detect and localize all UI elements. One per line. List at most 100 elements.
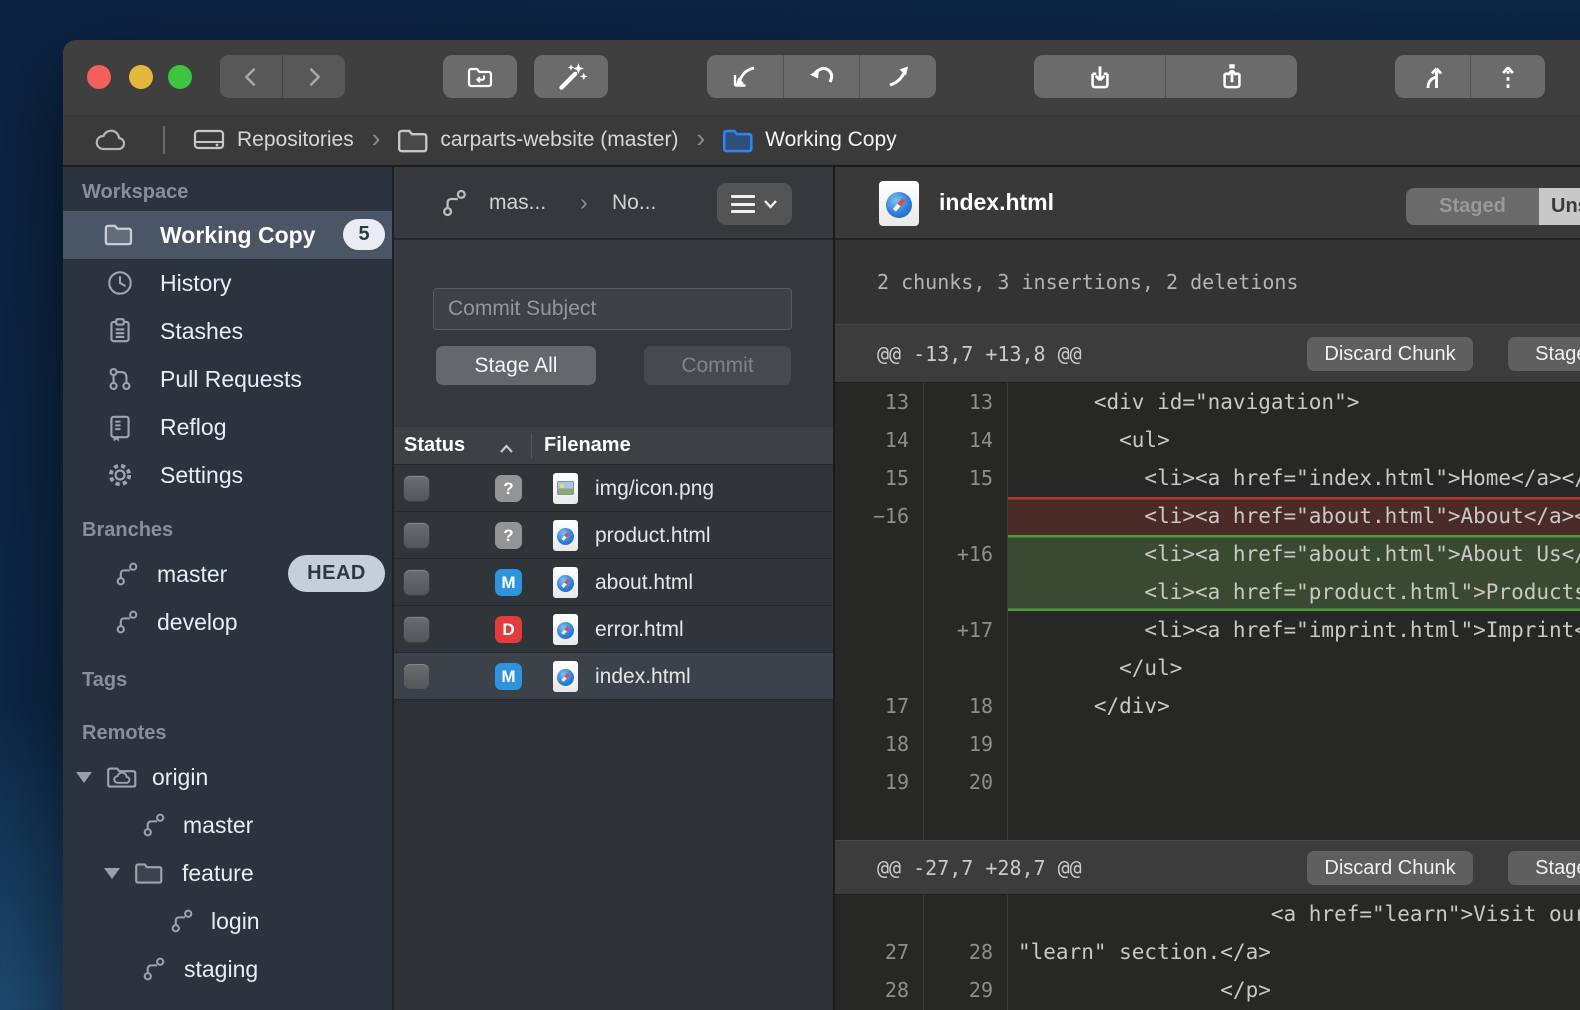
column-divider (531, 433, 532, 459)
file-checkbox[interactable] (404, 523, 429, 548)
diff-rows: 13 13 <div id="navigation"> 14 14 <ul> 1… (835, 383, 1580, 840)
sidebar-item-settings[interactable]: Settings (63, 451, 392, 499)
sidebar-remote-origin[interactable]: origin (63, 753, 392, 801)
file-row[interactable]: D error.html (394, 606, 833, 653)
file-checkbox[interactable] (404, 617, 429, 642)
discard-chunk-button[interactable]: Discard Chunk (1307, 337, 1473, 371)
old-line-number: 28 (835, 971, 923, 1009)
forward-icon (299, 62, 329, 92)
html-file-icon (879, 181, 919, 226)
sidebar-branch-develop[interactable]: develop (63, 598, 392, 646)
new-line-number: 19 (923, 725, 1007, 763)
sidebar-item-label: Pull Requests (160, 355, 302, 403)
new-line-number: +16 (923, 535, 1007, 573)
forward-button[interactable] (282, 55, 345, 98)
unstaged-tab[interactable]: Unstaged (1539, 188, 1580, 225)
commit-subject-input[interactable] (433, 288, 792, 330)
breadcrumb-repo[interactable]: carparts-website (master) (440, 128, 678, 152)
magic-wand-icon (554, 60, 588, 94)
folder-icon (133, 858, 165, 893)
cloud-icon[interactable] (93, 125, 129, 155)
push-button[interactable] (1470, 55, 1546, 98)
zoom-icon[interactable] (168, 65, 192, 89)
code-line: "learn" section.</a> (1007, 933, 1580, 971)
staged-tab[interactable]: Staged (1406, 188, 1539, 225)
minimize-icon[interactable] (129, 65, 153, 89)
chunk-range: @@ -13,7 +13,8 @@ (877, 325, 1082, 382)
pull-button[interactable] (707, 55, 783, 98)
stash-button[interactable] (1034, 55, 1165, 98)
file-checkbox[interactable] (404, 570, 429, 595)
diff-row: 17 18 </div> (835, 687, 1580, 725)
file-name: error.html (595, 606, 684, 653)
new-line-number: 20 (923, 763, 1007, 801)
diff-file-header: index.html Staged Unstaged (835, 167, 1580, 240)
discard-chunk-button[interactable]: Discard Chunk (1307, 851, 1473, 885)
file-row[interactable]: M index.html (394, 653, 833, 700)
sidebar-item-reflog[interactable]: Reflog (63, 403, 392, 451)
old-line-number (835, 649, 923, 687)
sidebar-branch-master[interactable]: master HEAD (63, 550, 392, 598)
open-repository-button[interactable] (443, 55, 517, 98)
sidebar-item-pull-requests[interactable]: Pull Requests (63, 355, 392, 403)
code-line: <a href="learn">Visit our (1007, 895, 1580, 933)
sidebar-remote-feature-login[interactable]: login (63, 897, 392, 945)
file-row[interactable]: ? product.html (394, 512, 833, 559)
file-type-icon (553, 661, 578, 692)
stage-all-button[interactable]: Stage All (436, 346, 596, 385)
file-checkbox[interactable] (404, 664, 429, 689)
branch-icon (113, 607, 142, 642)
sort-ascending-icon[interactable] (498, 438, 515, 461)
branch-path-from[interactable]: mas... (489, 167, 546, 238)
branch-path-to[interactable]: No... (612, 167, 656, 238)
push-icon (1492, 61, 1524, 93)
back-button[interactable] (220, 55, 282, 98)
sidebar-item-stashes[interactable]: Stashes (63, 307, 392, 355)
status-column-header[interactable]: Status (404, 427, 465, 464)
old-line-number: 19 (835, 763, 923, 801)
history-nav-group (220, 55, 345, 98)
app-window: Repositories › carparts-website (master)… (63, 40, 1580, 1010)
quick-actions-button[interactable] (534, 55, 608, 98)
code-line: <li><a href="about.html">About Us</a></l… (1007, 535, 1580, 573)
sidebar-remote-origin-master[interactable]: master (63, 801, 392, 849)
sidebar-item-label: Settings (160, 451, 243, 499)
stage-chunk-button[interactable]: Stage Chunk (1508, 851, 1580, 885)
file-checkbox[interactable] (404, 476, 429, 501)
diff-row: <a href="learn">Visit our (835, 895, 1580, 933)
close-icon[interactable] (87, 65, 111, 89)
chunk-header: @@ -27,7 +28,7 @@ Discard Chunk Stage Ch… (835, 840, 1580, 895)
stage-chunk-button[interactable]: Stage Chunk (1508, 337, 1580, 371)
disclosure-triangle-icon[interactable] (76, 772, 92, 783)
disclosure-triangle-icon[interactable] (104, 868, 120, 879)
commit-button[interactable]: Commit (644, 346, 791, 385)
diff-row: −16 <li><a href="about.html">About</a></… (835, 497, 1580, 535)
diff-row: </ul> (835, 649, 1580, 687)
diff-file-name: index.html (939, 167, 1054, 238)
breadcrumb-current[interactable]: Working Copy (765, 128, 897, 152)
merge-button[interactable] (1395, 55, 1470, 98)
push-out-button[interactable] (859, 55, 936, 98)
unstash-button[interactable] (1165, 55, 1297, 98)
breadcrumb-repositories[interactable]: Repositories (237, 128, 354, 152)
undo-icon (806, 61, 838, 93)
filename-column-header[interactable]: Filename (544, 427, 631, 464)
file-row[interactable]: ? img/icon.png (394, 465, 833, 512)
diff-row: +17 <li><a href="imprint.html">Imprint</… (835, 611, 1580, 649)
file-name: product.html (595, 512, 711, 559)
clock-icon (105, 268, 135, 303)
branch-icon (439, 167, 471, 238)
sidebar-item-working-copy[interactable]: Working Copy 5 (63, 211, 392, 259)
sidebar-remote-staging[interactable]: staging (63, 945, 392, 993)
diff-row: 14 14 <ul> (835, 421, 1580, 459)
folder-icon (103, 220, 135, 255)
view-options-dropdown[interactable] (717, 183, 792, 225)
sidebar-remote-feature[interactable]: feature (63, 849, 392, 897)
sidebar-item-history[interactable]: History (63, 259, 392, 307)
file-row[interactable]: M about.html (394, 559, 833, 606)
branch-icon (140, 810, 169, 845)
list-icon (731, 195, 755, 213)
old-line-number (835, 535, 923, 573)
undo-button[interactable] (783, 55, 860, 98)
code-line: <li><a href="index.html">Home</a></li> (1007, 459, 1580, 497)
